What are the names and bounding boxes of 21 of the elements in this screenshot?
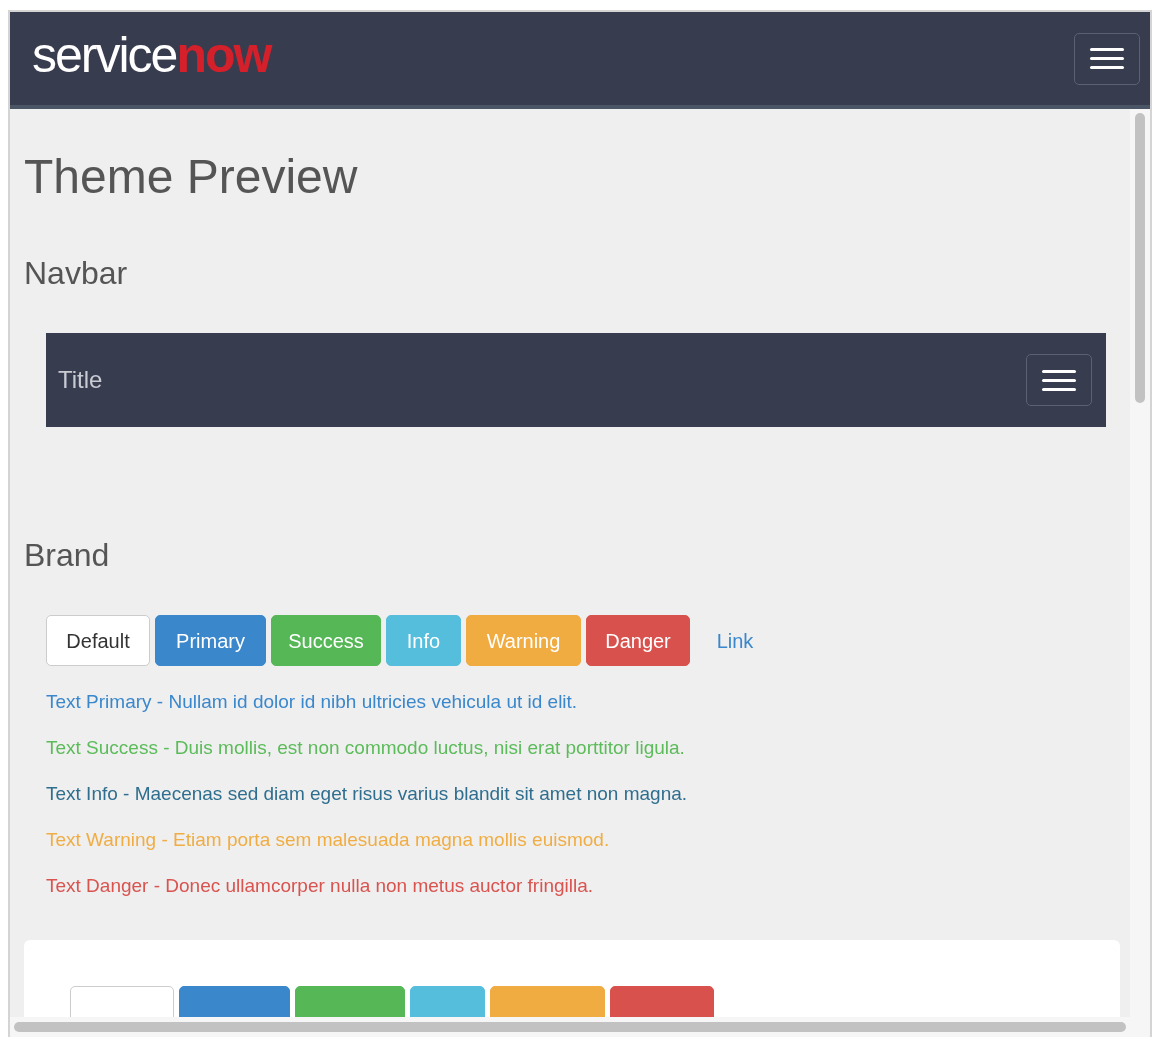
button[interactable]: Success <box>271 615 381 666</box>
section-heading: Navbar <box>24 254 129 293</box>
section-heading: Brand <box>24 536 111 575</box>
button[interactable]: Danger <box>586 615 690 666</box>
button[interactable]: Primary <box>155 615 266 666</box>
button[interactable]: Default <box>46 615 150 666</box>
navbar-title: Title <box>58 365 103 395</box>
sample-text: Text Info - Maecenas sed diam eget risus varius blandit sit amet non magna. <box>46 782 689 806</box>
page-title: Theme Preview <box>24 149 359 205</box>
sample-text: Text Danger - Donec ullamcorper nulla non metus auctor fringilla. <box>46 874 595 898</box>
scrollbar-thumb[interactable] <box>1135 113 1145 403</box>
scrollbar-thumb[interactable] <box>14 1022 1126 1032</box>
sample-text: Text Warning - Etiam porta sem malesuada magna mollis euismod. <box>46 828 611 852</box>
sample-text: Text Success - Duis mollis, est non commodo luctus, nisi erat porttitor ligula. <box>46 736 686 760</box>
menu-button[interactable] <box>1074 32 1140 85</box>
menu-button[interactable] <box>1026 354 1092 406</box>
button[interactable]: Info <box>386 615 461 666</box>
button[interactable]: Warning <box>466 615 581 666</box>
sample-text: Text Primary - Nullam id dolor id nibh ultricies vehicula ut id elit. <box>46 690 579 714</box>
logo[interactable]: servicenow <box>32 29 271 88</box>
link[interactable]: Link <box>695 615 775 666</box>
